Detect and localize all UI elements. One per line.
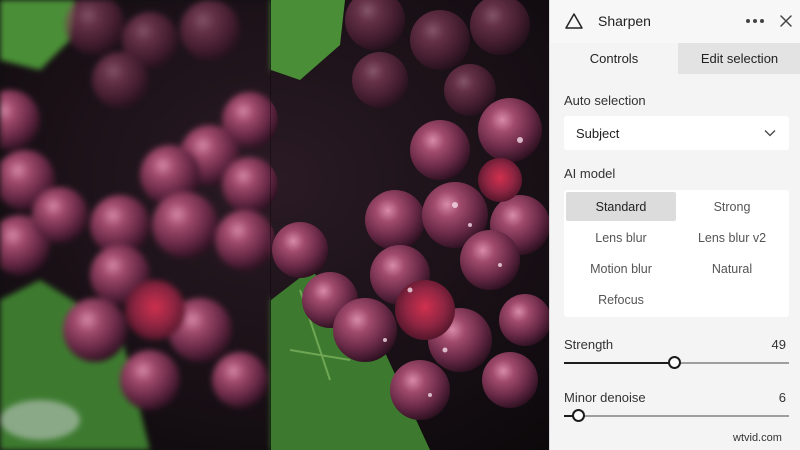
compare-divider[interactable] xyxy=(270,0,271,450)
tab-edit-selection[interactable]: Edit selection xyxy=(678,43,800,74)
panel-header: Sharpen xyxy=(550,0,800,43)
triangle-logo-icon xyxy=(565,13,583,29)
photo-after-preview xyxy=(271,0,549,450)
denoise-slider[interactable] xyxy=(564,409,789,422)
denoise-value: 6 xyxy=(778,390,786,405)
strength-slider[interactable] xyxy=(564,356,789,369)
strength-value: 49 xyxy=(771,337,786,352)
sharpen-panel: Sharpen Controls Edit selection Auto sel… xyxy=(549,0,800,450)
auto-selection-dropdown[interactable]: Subject xyxy=(564,116,789,150)
strength-slider-thumb[interactable] xyxy=(668,356,682,369)
ai-model-standard[interactable]: Standard xyxy=(566,192,676,221)
grapes-image-after xyxy=(271,0,549,450)
ai-model-lens-blur-v2[interactable]: Lens blur v2 xyxy=(677,223,787,252)
ai-model-lens-blur[interactable]: Lens blur xyxy=(566,223,676,252)
ai-model-label: AI model xyxy=(564,166,616,181)
auto-selection-value: Subject xyxy=(576,126,620,141)
grapes-image-before xyxy=(0,0,271,450)
denoise-label: Minor denoise xyxy=(564,390,646,405)
more-horizontal-icon[interactable] xyxy=(743,10,767,32)
photo-before-preview xyxy=(0,0,271,450)
auto-selection-label: Auto selection xyxy=(564,93,646,108)
ai-model-options: Standard Strong Lens blur Lens blur v2 M… xyxy=(564,190,789,317)
watermark: wtvid.com xyxy=(733,432,782,444)
strength-slider-fill xyxy=(564,362,675,364)
tab-controls[interactable]: Controls xyxy=(550,43,678,74)
panel-title: Sharpen xyxy=(598,13,651,29)
ai-model-motion-blur[interactable]: Motion blur xyxy=(566,254,676,283)
ai-model-refocus[interactable]: Refocus xyxy=(566,285,676,314)
strength-label: Strength xyxy=(564,337,614,352)
photo-canvas[interactable] xyxy=(0,0,549,450)
ai-model-strong[interactable]: Strong xyxy=(677,192,787,221)
panel-tabs: Controls Edit selection xyxy=(550,43,800,74)
denoise-slider-thumb[interactable] xyxy=(571,409,585,422)
chevron-down-icon xyxy=(764,130,776,137)
ai-model-natural[interactable]: Natural xyxy=(677,254,787,283)
close-icon[interactable] xyxy=(777,12,795,30)
